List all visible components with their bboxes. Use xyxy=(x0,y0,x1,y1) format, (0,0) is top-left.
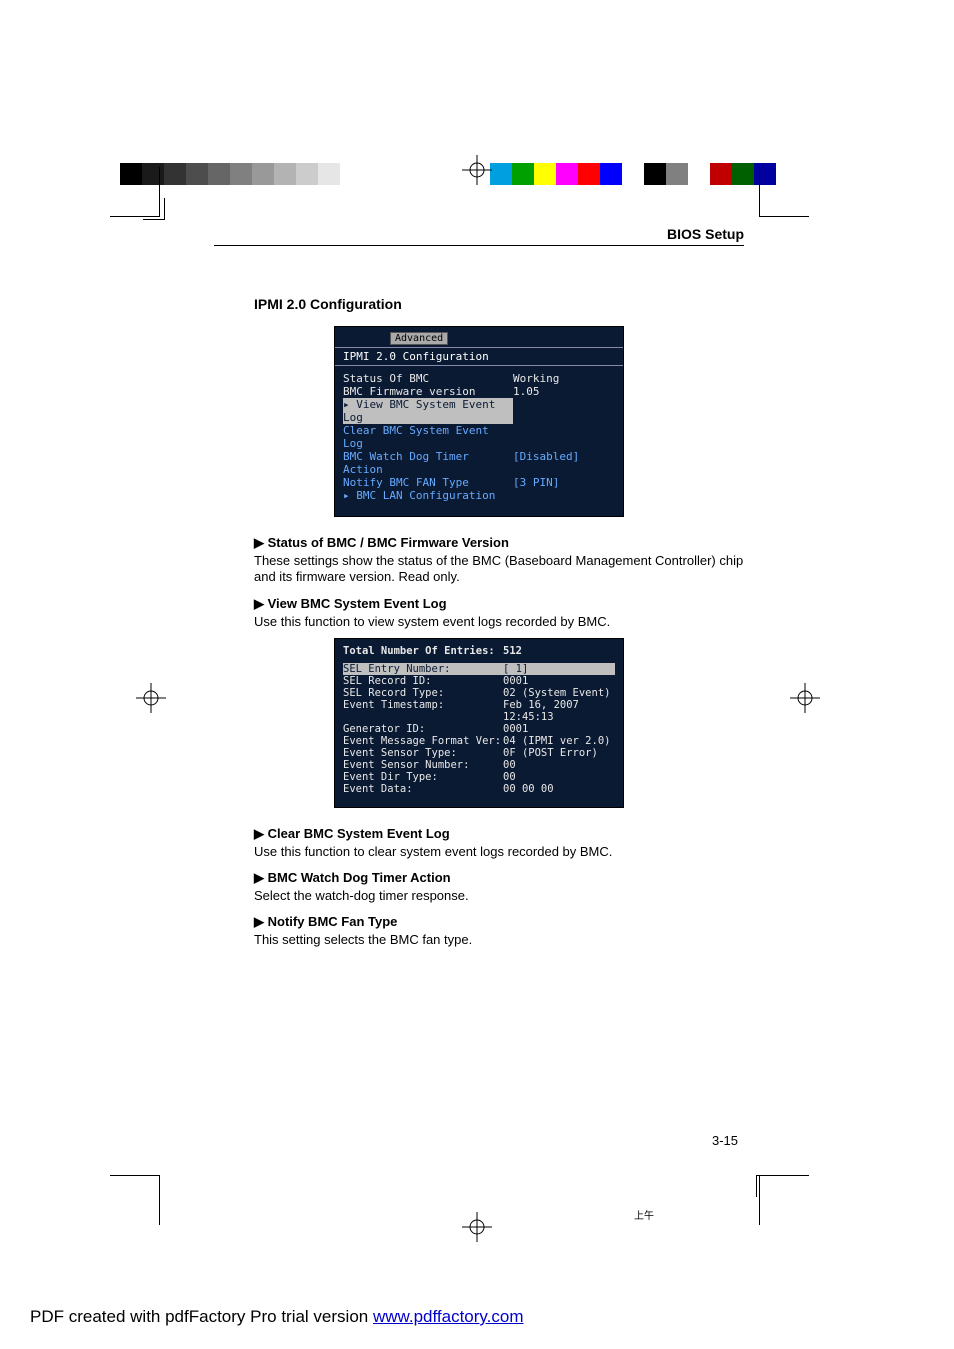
page-title: BIOS Setup xyxy=(667,226,744,242)
color-swatch xyxy=(666,163,688,185)
color-swatch xyxy=(710,163,732,185)
crop-mark-icon xyxy=(756,1175,778,1197)
color-swatch xyxy=(274,163,296,185)
bios-row: BMC Watch Dog Timer Action[Disabled] xyxy=(343,450,615,476)
color-swatch xyxy=(230,163,252,185)
bios-row: Event Dir Type:00 xyxy=(343,771,615,783)
color-swatch xyxy=(688,163,710,185)
bios-title: IPMI 2.0 Configuration xyxy=(335,347,623,366)
color-swatch xyxy=(296,163,318,185)
bios-row: Clear BMC System Event Log xyxy=(343,424,615,450)
bios-row: Event Sensor Type:0F (POST Error) xyxy=(343,747,615,759)
bios-row: SEL Record ID:0001 xyxy=(343,675,615,687)
registration-mark-icon xyxy=(462,155,492,185)
subsection-watchdog: ▶ BMC Watch Dog Timer Action xyxy=(254,870,744,886)
subsection-status-bmc: ▶ Status of BMC / BMC Firmware Version xyxy=(254,535,744,551)
timestamp-label: 上午 xyxy=(634,1207,654,1222)
page-header: BIOS Setup xyxy=(214,226,744,246)
color-swatch xyxy=(490,163,512,185)
crop-mark-icon xyxy=(110,1175,160,1225)
color-swatch xyxy=(732,163,754,185)
bios-screenshot-ipmi: Advanced IPMI 2.0 Configuration Status O… xyxy=(334,326,624,517)
color-swatch xyxy=(556,163,578,185)
bios-row: Notify BMC FAN Type[3 PIN] xyxy=(343,476,615,489)
body-text: This setting selects the BMC fan type. xyxy=(254,932,744,948)
body-text: Use this function to view system event l… xyxy=(254,614,744,630)
bios-screenshot-sel: Total Number Of Entries:512 SEL Entry Nu… xyxy=(334,638,624,808)
color-swatch xyxy=(644,163,666,185)
subsection-fan-type: ▶ Notify BMC Fan Type xyxy=(254,914,744,930)
bios-row: Event Message Format Ver:04 (IPMI ver 2.… xyxy=(343,735,615,747)
bios-row: ▸ BMC LAN Configuration xyxy=(343,489,615,502)
crop-mark-icon xyxy=(143,198,165,220)
bios-row: Event Sensor Number:00 xyxy=(343,759,615,771)
footer-text: PDF created with pdfFactory Pro trial ve… xyxy=(30,1307,373,1326)
bios-row: Generator ID:0001 xyxy=(343,723,615,735)
pdf-footer: PDF created with pdfFactory Pro trial ve… xyxy=(30,1307,524,1327)
page-content: BIOS Setup IPMI 2.0 Configuration Advanc… xyxy=(214,226,744,1166)
registration-mark-icon xyxy=(462,1212,492,1242)
section-heading: IPMI 2.0 Configuration xyxy=(254,296,744,312)
registration-mark-icon xyxy=(790,683,820,713)
color-swatch xyxy=(340,163,362,185)
body-text: Use this function to clear system event … xyxy=(254,844,744,860)
crop-mark-icon xyxy=(759,167,809,217)
bios-row: ▸ View BMC System Event Log xyxy=(343,398,615,424)
color-swatch xyxy=(208,163,230,185)
color-swatch xyxy=(318,163,340,185)
bios-row: Event Data:00 00 00 xyxy=(343,783,615,795)
pdffactory-link[interactable]: www.pdffactory.com xyxy=(373,1307,524,1326)
subsection-view-sel: ▶ View BMC System Event Log xyxy=(254,596,744,612)
bios-row: Status Of BMCWorking xyxy=(343,372,615,385)
color-swatch xyxy=(512,163,534,185)
color-swatch xyxy=(600,163,622,185)
color-swatch xyxy=(186,163,208,185)
bios-row: Event Timestamp:Feb 16, 2007 12:45:13 xyxy=(343,699,615,723)
body-text: These settings show the status of the BM… xyxy=(254,553,744,586)
color-swatch xyxy=(164,163,186,185)
bios-row: SEL Record Type:02 (System Event) xyxy=(343,687,615,699)
color-swatch xyxy=(252,163,274,185)
bios-row: BMC Firmware version1.05 xyxy=(343,385,615,398)
registration-mark-icon xyxy=(136,683,166,713)
body-text: Select the watch-dog timer response. xyxy=(254,888,744,904)
bios-row: SEL Entry Number:[ 1] xyxy=(343,663,615,675)
color-swatch xyxy=(578,163,600,185)
color-swatch xyxy=(534,163,556,185)
page-number: 3-15 xyxy=(712,1133,738,1148)
bios-tab-advanced: Advanced xyxy=(390,332,448,345)
subsection-clear-sel: ▶ Clear BMC System Event Log xyxy=(254,826,744,842)
color-swatch xyxy=(622,163,644,185)
